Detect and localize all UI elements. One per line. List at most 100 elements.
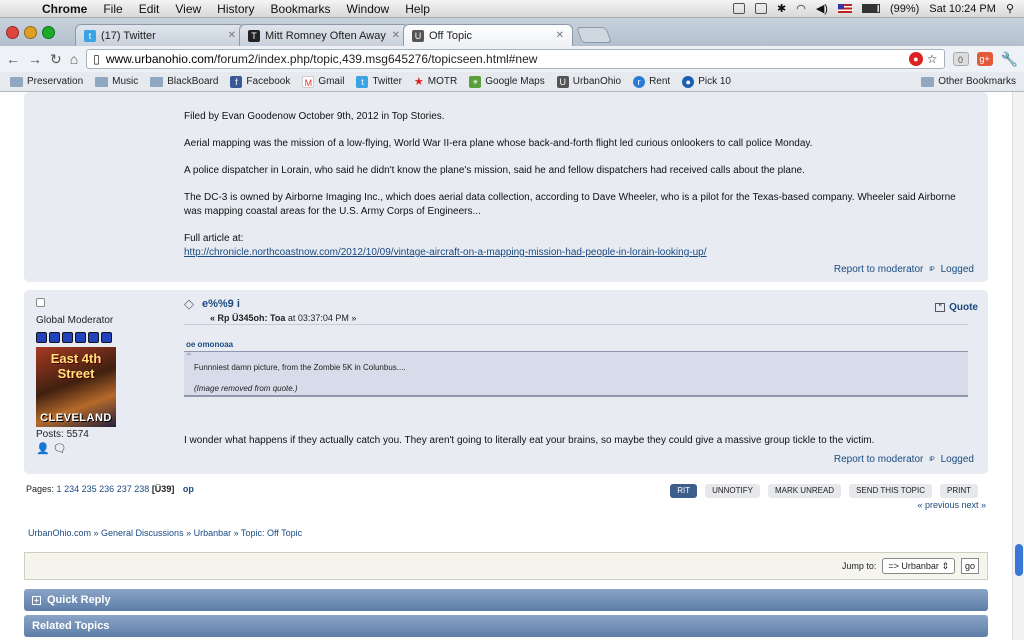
facebook-icon: f — [230, 75, 243, 88]
quick-reply-header[interactable]: + Quick Reply — [24, 589, 988, 611]
menu-history[interactable]: History — [209, 2, 262, 16]
twitter-bird-icon: t — [356, 75, 369, 88]
post-body: Filed by Evan Goodenow October 9th, 2012… — [184, 110, 974, 260]
logged-label: Logged — [940, 454, 974, 465]
page-viewport: Filed by Evan Goodenow October 9th, 2012… — [0, 92, 1012, 640]
tab-close-icon[interactable]: ✕ — [228, 30, 236, 41]
reply-button[interactable]: RIT — [670, 484, 698, 498]
bookmark-label: Music — [112, 76, 139, 87]
article-link[interactable]: http://chronicle.northcoastnow.com/2012/… — [184, 247, 707, 258]
quote-button[interactable]: " Quote — [935, 302, 978, 313]
bookmark-motr[interactable]: ★ MOTR — [408, 75, 463, 88]
page-link[interactable]: 238 — [134, 484, 149, 494]
wifi-icon[interactable]: ◠ — [796, 2, 806, 15]
menu-file[interactable]: File — [95, 2, 130, 16]
clock[interactable]: Sat 10:24 PM — [929, 3, 996, 15]
post-subject[interactable]: e%%9 i — [202, 298, 240, 310]
bookmark-rent[interactable]: r Rent — [627, 75, 676, 88]
bookmark-label: Preservation — [27, 76, 84, 87]
spotlight-icon[interactable]: ⚲ — [1006, 2, 1014, 15]
bookmark-urbanohio[interactable]: U UrbanOhio — [551, 75, 627, 88]
tab-title: (17) Twitter — [101, 29, 156, 42]
profile-icons: 👤 🗨 — [36, 442, 156, 455]
reload-icon[interactable]: ↻ — [50, 51, 62, 68]
bookmark-preservation[interactable]: Preservation — [4, 76, 89, 87]
menu-edit[interactable]: Edit — [131, 2, 168, 16]
profile-icon[interactable]: 👤 — [36, 443, 50, 455]
bookmark-blackboard[interactable]: BlackBoard — [144, 76, 224, 87]
tab-close-icon[interactable]: ✕ — [556, 30, 564, 41]
member-group: Global Moderator — [36, 315, 114, 326]
prev-next-links[interactable]: « previous next » — [917, 500, 986, 510]
mark-unread-button[interactable]: MARK UNREAD — [767, 484, 842, 498]
expand-plus-icon[interactable]: + — [32, 595, 41, 605]
menu-window[interactable]: Window — [339, 2, 398, 16]
page-link[interactable]: 1 — [57, 484, 62, 494]
quote-text: Funnniest damn picture, from the Zombie … — [194, 363, 406, 372]
wrench-icon[interactable]: 🔧 — [1001, 51, 1018, 68]
tab-twitter[interactable]: t (17) Twitter ✕ — [75, 24, 245, 46]
bookmark-pick10[interactable]: ● Pick 10 — [676, 75, 737, 88]
home-icon[interactable]: ⌂ — [70, 51, 78, 67]
pick10-icon: ● — [682, 75, 695, 88]
bookmark-twitter[interactable]: t Twitter — [350, 75, 407, 88]
page-link[interactable]: 235 — [82, 484, 97, 494]
go-button[interactable]: go — [960, 558, 979, 574]
volume-icon[interactable]: ◀) — [816, 2, 828, 15]
new-tab-button[interactable] — [576, 27, 612, 43]
other-bookmarks[interactable]: Other Bookmarks — [915, 76, 1024, 87]
address-bar[interactable]: ▯ www.urbanohio.com/forum2/index.php/top… — [86, 49, 945, 69]
bookmark-label: Twitter — [372, 76, 402, 87]
post-timestamp: at 03:37:04 PM » — [287, 313, 357, 323]
minimize-window-icon[interactable] — [24, 25, 37, 39]
print-button[interactable]: PRINT — [940, 484, 978, 498]
quick-reply-title: Quick Reply — [47, 594, 111, 606]
us-flag-icon[interactable] — [837, 4, 852, 13]
message-bubble-icon[interactable]: 🗨 — [53, 443, 67, 455]
url-host: www.urbanohio.com — [105, 52, 214, 66]
bookmark-google-maps[interactable]: ⌖ Google Maps — [463, 75, 550, 88]
send-topic-button[interactable]: SEND THIS TOPIC — [849, 484, 932, 498]
mail-icon[interactable] — [754, 3, 767, 14]
bookmark-label: Pick 10 — [698, 76, 731, 87]
scrollbar-thumb[interactable] — [1015, 544, 1023, 576]
page-link[interactable]: 237 — [117, 484, 132, 494]
report-to-moderator-link[interactable]: Report to moderator — [834, 454, 924, 465]
related-topics-header[interactable]: Related Topics — [24, 615, 988, 637]
menu-help[interactable]: Help — [397, 2, 438, 16]
stop-extension-icon[interactable]: ● — [908, 52, 923, 66]
menu-bookmarks[interactable]: Bookmarks — [263, 2, 339, 16]
page-scrollbar[interactable] — [1012, 92, 1024, 640]
divider — [184, 324, 968, 325]
google-plus-icon[interactable]: g+ — [976, 52, 993, 66]
bookmark-gmail[interactable]: M Gmail — [296, 75, 350, 88]
tab-close-icon[interactable]: ✕ — [392, 30, 400, 41]
extension-badge[interactable]: 0 — [952, 52, 969, 66]
tab-off-topic[interactable]: U Off Topic ✕ — [403, 24, 573, 46]
jump-to-select[interactable]: => Urbanbar ⇕ — [882, 558, 955, 574]
bookmark-music[interactable]: Music — [89, 76, 144, 87]
page-link[interactable]: 236 — [99, 484, 114, 494]
tab-nytimes[interactable]: T Mitt Romney Often Away Wh ✕ — [239, 24, 409, 46]
menu-app[interactable]: Chrome — [34, 2, 95, 16]
bookmark-label: Rent — [649, 76, 671, 87]
page-link[interactable]: 234 — [64, 484, 79, 494]
zoom-window-icon[interactable] — [42, 25, 55, 39]
bookmark-star-icon[interactable]: ☆ — [927, 52, 938, 66]
close-window-icon[interactable] — [6, 25, 19, 39]
full-article-label: Full article at: — [184, 233, 244, 244]
avatar[interactable]: East 4th Street CLEVELAND — [36, 347, 116, 427]
back-arrow-icon[interactable]: ← — [6, 51, 20, 67]
go-to-top-link[interactable]: op — [183, 484, 194, 494]
status-app-icon[interactable] — [732, 3, 745, 14]
battery-icon[interactable] — [861, 4, 880, 13]
bookmark-label: Facebook — [246, 76, 291, 87]
rank-star-icon — [88, 332, 99, 343]
report-to-moderator-link[interactable]: Report to moderator — [834, 264, 924, 275]
bookmark-facebook[interactable]: f Facebook — [224, 75, 296, 88]
unnotify-button[interactable]: UNNOTIFY — [705, 484, 760, 498]
bluetooth-icon[interactable]: ✱ — [777, 2, 786, 15]
breadcrumb[interactable]: UrbanOhio.com » General Discussions » Ur… — [28, 528, 302, 538]
forward-arrow-icon[interactable]: → — [28, 51, 42, 67]
menu-view[interactable]: View — [167, 2, 209, 16]
